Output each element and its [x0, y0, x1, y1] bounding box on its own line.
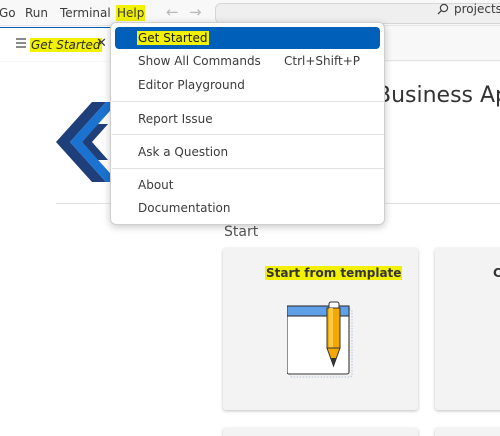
menu-run[interactable]: Run: [24, 5, 49, 21]
preview-icon: [16, 38, 26, 48]
menu-separator: [112, 168, 384, 169]
menu-item-get-started[interactable]: Get Started: [115, 27, 380, 49]
menu-item-show-all-commands[interactable]: Show All Commands Ctrl+Shift+P: [115, 50, 380, 72]
tab-get-started[interactable]: Get Started ✕: [0, 27, 112, 61]
menu-help[interactable]: Help: [116, 5, 146, 21]
search-icon: [437, 3, 449, 19]
menu-separator: [112, 101, 384, 102]
card2-title: C: [493, 266, 500, 280]
menu-item-editor-playground[interactable]: Editor Playground: [115, 74, 380, 96]
menu-item-label: Report Issue: [138, 112, 213, 126]
page-heading: Business App: [376, 83, 500, 108]
second-start-card[interactable]: C: [435, 248, 500, 410]
menu-item-about[interactable]: About: [115, 174, 380, 196]
menu-terminal[interactable]: Terminal: [59, 5, 112, 21]
close-icon[interactable]: ✕: [96, 36, 107, 51]
menu-item-label: Ask a Question: [138, 145, 229, 159]
help-menu-dropdown: Get Started Show All Commands Ctrl+Shift…: [110, 22, 385, 225]
start-from-template-card[interactable]: Start from template: [223, 248, 418, 410]
fourth-start-card[interactable]: [435, 428, 500, 436]
menu-item-label: Show All Commands: [138, 54, 261, 68]
menu-item-label: Editor Playground: [138, 78, 245, 92]
tab-label: Get Started: [30, 38, 102, 52]
menu-go[interactable]: Go: [0, 5, 17, 21]
card-title: Start from template: [265, 266, 403, 280]
menu-separator: [112, 134, 384, 135]
template-icon: [287, 301, 353, 378]
menu-item-report-issue[interactable]: Report Issue: [115, 108, 380, 130]
menu-item-label: Documentation: [138, 201, 231, 215]
arrow-left-icon[interactable]: ←: [166, 3, 179, 21]
menu-item-documentation[interactable]: Documentation: [115, 197, 380, 219]
menu-item-label: Get Started: [137, 31, 209, 45]
section-title-start: Start: [224, 224, 259, 240]
command-center-text: projects: [454, 2, 500, 16]
third-start-card[interactable]: [223, 428, 418, 436]
menu-item-label: About: [138, 178, 174, 192]
menu-item-ask-a-question[interactable]: Ask a Question: [115, 141, 380, 163]
shortcut-label: Ctrl+Shift+P: [284, 54, 360, 68]
arrow-right-icon[interactable]: →: [189, 3, 202, 21]
app-logo: [56, 102, 118, 182]
